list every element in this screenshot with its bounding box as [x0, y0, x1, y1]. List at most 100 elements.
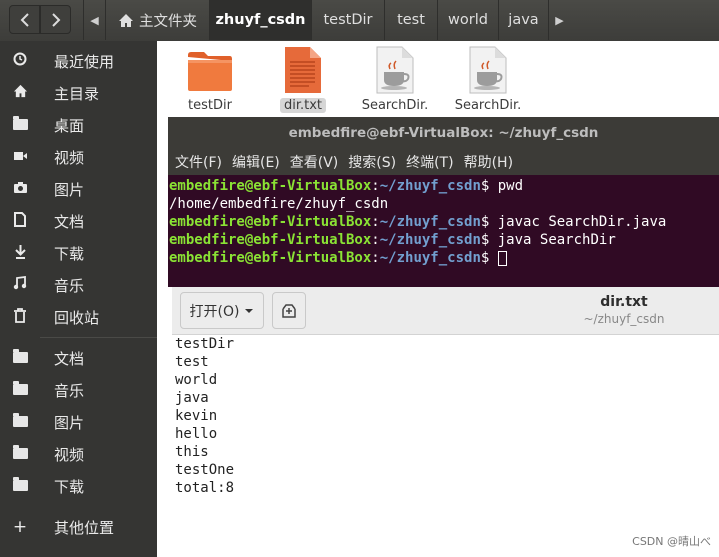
folder-icon [0, 477, 40, 495]
open-button-label: 打开(O) [189, 303, 240, 320]
back-button[interactable] [9, 5, 40, 34]
crumb-java[interactable]: java [498, 0, 548, 40]
sidebar-item-documents[interactable]: 文档 [0, 205, 157, 237]
editor-title: dir.txt [600, 294, 648, 310]
text-line: hello [175, 426, 218, 442]
sidebar-item-label: 图片 [54, 180, 85, 199]
sidebar-divider [40, 337, 157, 338]
sidebar-item-label: 文档 [54, 349, 85, 368]
sidebar-item-other-locations[interactable]: + 其他位置 [0, 511, 157, 543]
home-icon [0, 84, 40, 102]
open-button[interactable]: 打开(O) [180, 292, 264, 329]
file-manager-header: ◀ 主文件夹 zhuyf_csdn testDir test world jav… [0, 0, 719, 42]
folder-icon [0, 116, 40, 134]
text-line: kevin [175, 408, 218, 424]
folder-icon [188, 52, 232, 91]
file-name: dir.txt [280, 98, 326, 113]
editor-text-area[interactable]: testDir test world java kevin hello this… [172, 335, 719, 557]
home-icon [119, 13, 133, 27]
sidebar-item-bookmark-music[interactable]: 音乐 [0, 374, 157, 406]
terminal-line: embedfire@ebf-VirtualBox:~/zhuyf_csdn$ j… [169, 214, 667, 230]
sidebar-item-label: 回收站 [54, 308, 100, 327]
terminal-output[interactable]: embedfire@ebf-VirtualBox:~/zhuyf_csdn$ p… [168, 175, 719, 287]
chevron-right-icon [51, 12, 60, 27]
sidebar-item-pictures[interactable]: 图片 [0, 173, 157, 205]
file-item-searchdir-java[interactable]: SearchDir. [350, 41, 440, 117]
sidebar-item-label: 音乐 [54, 276, 85, 295]
crumb-zhuyf-csdn[interactable]: zhuyf_csdn [209, 0, 311, 40]
file-item-testdir[interactable]: testDir [165, 41, 255, 117]
crumb-label: zhuyf_csdn [215, 12, 306, 28]
crumb-test[interactable]: test [384, 0, 437, 40]
sidebar-item-downloads[interactable]: 下载 [0, 237, 157, 269]
folder-icon [0, 413, 40, 431]
crumb-testdir[interactable]: testDir [311, 0, 384, 40]
terminal-menubar: 文件(F) 编辑(E) 查看(V) 搜索(S) 终端(T) 帮助(H) [168, 148, 719, 175]
text-file-icon [285, 47, 321, 93]
file-item-dir-txt[interactable]: dir.txt [258, 41, 348, 117]
text-line: testOne [175, 462, 235, 478]
java-file-icon [376, 46, 414, 94]
text-line: this [175, 444, 209, 460]
terminal-line: /home/embedfire/zhuyf_csdn [169, 196, 389, 212]
terminal-cursor [497, 250, 507, 266]
new-document-button[interactable] [272, 292, 306, 329]
forward-button[interactable] [40, 5, 71, 34]
chevron-left-icon [20, 12, 29, 27]
menu-view[interactable]: 查看(V) [290, 152, 339, 172]
path-scroll-right-button[interactable]: ▶ [548, 0, 570, 40]
sidebar-item-recent[interactable]: 最近使用 [0, 45, 157, 77]
menu-terminal[interactable]: 终端(T) [406, 152, 453, 172]
sidebar-item-videos[interactable]: 视频 [0, 141, 157, 173]
crumb-label: testDir [323, 12, 373, 28]
chevron-right-icon: ▶ [555, 13, 564, 27]
sidebar-item-label: 文档 [54, 212, 85, 231]
crumb-label: test [397, 12, 425, 28]
menu-file[interactable]: 文件(F) [175, 152, 222, 172]
text-line: testDir [175, 336, 235, 352]
sidebar-item-bookmark-documents[interactable]: 文档 [0, 342, 157, 374]
clock-icon [0, 52, 40, 70]
folder-icon [0, 381, 40, 399]
sidebar-item-bookmark-downloads[interactable]: 下载 [0, 470, 157, 502]
editor-headerbar: 打开(O) dir.txt ~/zhuyf_csdn [172, 287, 719, 335]
sidebar: 最近使用 主目录 桌面 视频 图片 文档 下载 音乐 回收站 文档 音乐 图片 … [0, 41, 157, 557]
folder-icon [0, 349, 40, 367]
sidebar-item-trash[interactable]: 回收站 [0, 301, 157, 333]
terminal-window: embedfire@ebf-VirtualBox: ~/zhuyf_csdn 文… [168, 117, 719, 287]
sidebar-item-label: 下载 [54, 477, 85, 496]
sidebar-item-label: 视频 [54, 445, 85, 464]
crumb-label: world [448, 12, 488, 28]
sidebar-item-label: 音乐 [54, 381, 85, 400]
music-icon [0, 275, 40, 294]
sidebar-item-music[interactable]: 音乐 [0, 269, 157, 301]
sidebar-item-label: 其他位置 [54, 518, 115, 537]
text-editor-window: 打开(O) dir.txt ~/zhuyf_csdn testDir test … [172, 287, 719, 557]
file-name: SearchDir. [454, 98, 522, 113]
path-scroll-left-button[interactable]: ◀ [83, 0, 105, 40]
sidebar-item-bookmark-pictures[interactable]: 图片 [0, 406, 157, 438]
sidebar-item-desktop[interactable]: 桌面 [0, 109, 157, 141]
crumb-home[interactable]: 主文件夹 [105, 0, 209, 40]
editor-subtitle: ~/zhuyf_csdn [583, 312, 665, 326]
crumb-world[interactable]: world [437, 0, 498, 40]
sidebar-item-label: 下载 [54, 244, 85, 263]
chevron-left-icon: ◀ [90, 13, 99, 27]
document-icon [0, 211, 40, 231]
text-line: test [175, 354, 209, 370]
sidebar-item-label: 主目录 [54, 84, 100, 103]
menu-help[interactable]: 帮助(H) [464, 152, 513, 172]
sidebar-item-bookmark-videos[interactable]: 视频 [0, 438, 157, 470]
plus-icon: + [12, 517, 28, 537]
watermark: CSDN @晴山べ [632, 535, 711, 548]
file-item-searchdir-class[interactable]: SearchDir. [443, 41, 533, 117]
menu-edit[interactable]: 编辑(E) [232, 152, 280, 172]
file-grid: testDir dir.txt SearchDir. SearchDir. [157, 41, 719, 117]
sidebar-item-label: 桌面 [54, 116, 85, 135]
sidebar-item-home[interactable]: 主目录 [0, 77, 157, 109]
menu-search[interactable]: 搜索(S) [348, 152, 396, 172]
text-line: total:8 [175, 480, 235, 496]
terminal-line: embedfire@ebf-VirtualBox:~/zhuyf_csdn$ p… [169, 178, 524, 194]
terminal-line: embedfire@ebf-VirtualBox:~/zhuyf_csdn$ [169, 249, 507, 267]
new-document-icon [282, 304, 296, 318]
